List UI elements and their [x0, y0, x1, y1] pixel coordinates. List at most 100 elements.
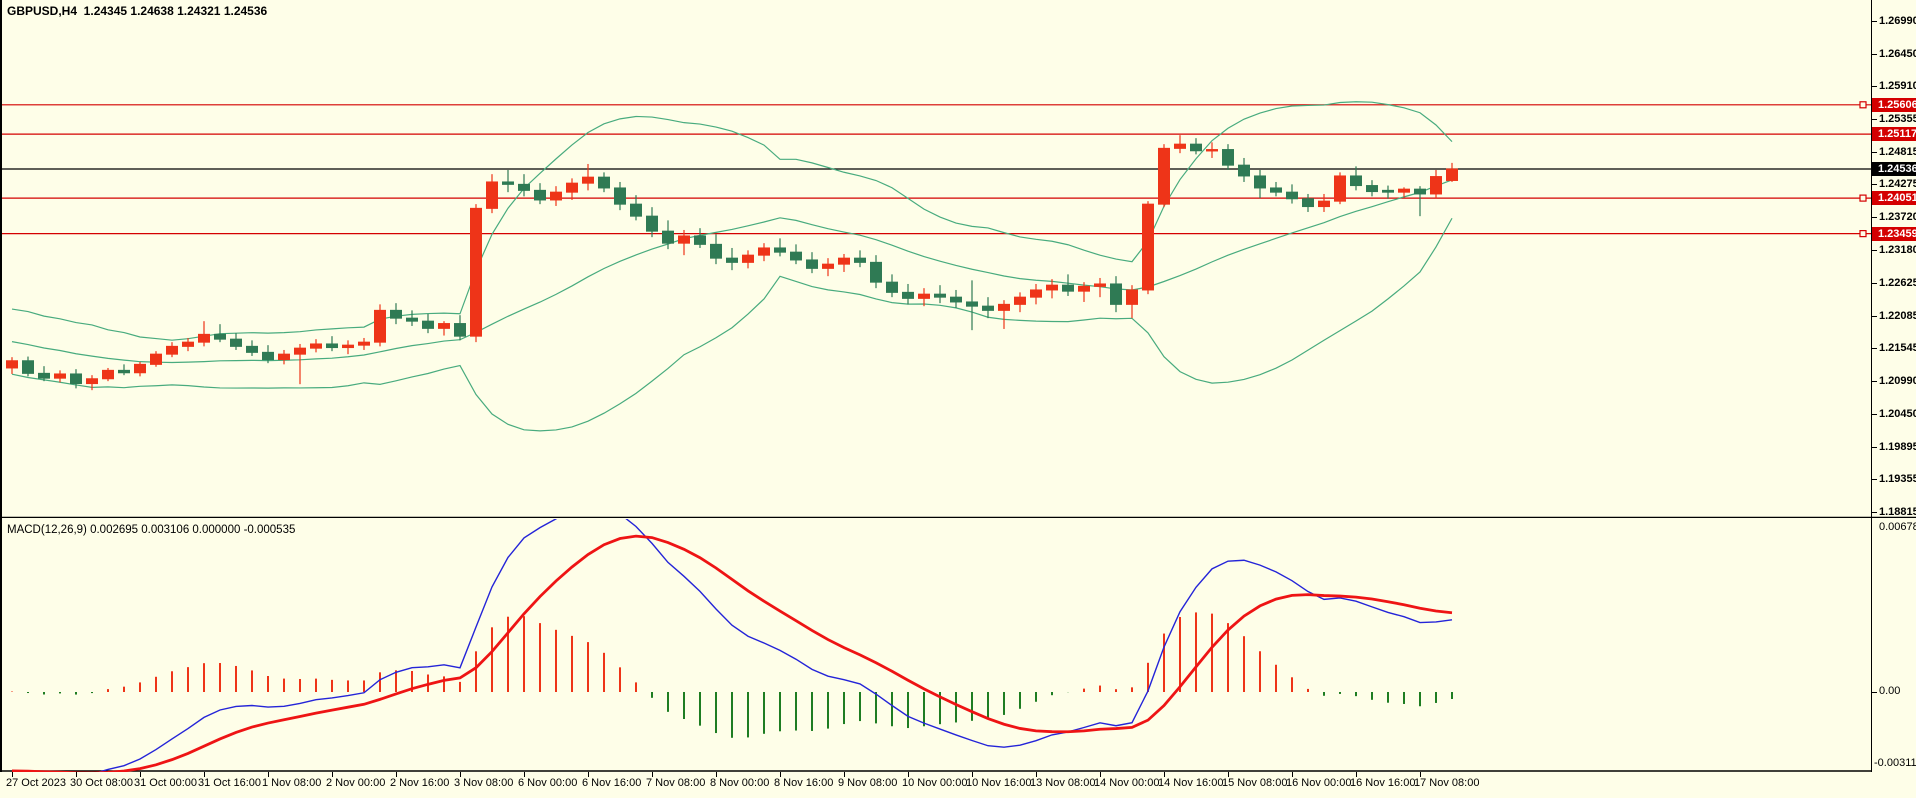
candle-body[interactable]: [1302, 198, 1314, 208]
candle-body[interactable]: [950, 296, 962, 303]
candle-body[interactable]: [1430, 176, 1442, 195]
candle-body[interactable]: [998, 303, 1010, 311]
candle-body[interactable]: [1078, 285, 1090, 292]
candle-body[interactable]: [182, 341, 194, 347]
time-axis-label[interactable]: 16 Nov 16:00: [1350, 777, 1415, 789]
candle-body[interactable]: [438, 323, 450, 329]
hline-marker-icon[interactable]: [1859, 101, 1867, 109]
candle-body[interactable]: [934, 293, 946, 298]
time-axis-label[interactable]: 1 Nov 08:00: [262, 777, 321, 789]
time-axis-label[interactable]: 13 Nov 08:00: [1030, 777, 1095, 789]
candle-body[interactable]: [742, 254, 754, 263]
time-axis-label[interactable]: 31 Oct 16:00: [198, 777, 261, 789]
candle-body[interactable]: [726, 257, 738, 263]
candle-body[interactable]: [1222, 149, 1234, 166]
candle-body[interactable]: [1350, 175, 1362, 187]
candle-body[interactable]: [454, 323, 466, 337]
time-axis-label[interactable]: 31 Oct 00:00: [134, 777, 197, 789]
candle-body[interactable]: [870, 261, 882, 283]
time-axis-label[interactable]: 17 Nov 08:00: [1414, 777, 1479, 789]
time-axis-label[interactable]: 6 Nov 00:00: [518, 777, 577, 789]
time-axis-label[interactable]: 15 Nov 08:00: [1222, 777, 1287, 789]
candle-body[interactable]: [1046, 284, 1058, 291]
candle-body[interactable]: [358, 341, 370, 346]
time-axis-label[interactable]: 8 Nov 16:00: [774, 777, 833, 789]
candle-body[interactable]: [886, 281, 898, 293]
candle-body[interactable]: [582, 176, 594, 184]
time-axis-label[interactable]: 2 Nov 00:00: [326, 777, 385, 789]
candle-body[interactable]: [630, 203, 642, 217]
candle-body[interactable]: [502, 181, 514, 185]
candle-body[interactable]: [1334, 175, 1346, 202]
candle-body[interactable]: [262, 351, 274, 361]
candle-body[interactable]: [342, 344, 354, 349]
time-axis-label[interactable]: 14 Nov 16:00: [1158, 777, 1223, 789]
candle-body[interactable]: [1446, 168, 1458, 181]
candle-body[interactable]: [278, 353, 290, 361]
time-axis-label[interactable]: 16 Nov 00:00: [1286, 777, 1351, 789]
candle-body[interactable]: [774, 247, 786, 253]
candle-body[interactable]: [1142, 203, 1154, 291]
candle-body[interactable]: [982, 305, 994, 311]
candle-body[interactable]: [214, 333, 226, 340]
candle-body[interactable]: [694, 235, 706, 245]
candle-body[interactable]: [1062, 284, 1074, 292]
time-axis-label[interactable]: 3 Nov 08:00: [454, 777, 513, 789]
candle-body[interactable]: [38, 372, 50, 379]
candle-body[interactable]: [918, 293, 930, 299]
candle-body[interactable]: [1286, 191, 1298, 200]
time-axis-label[interactable]: 7 Nov 08:00: [646, 777, 705, 789]
candle-body[interactable]: [246, 345, 258, 353]
candle-body[interactable]: [118, 369, 130, 374]
candle-body[interactable]: [1398, 188, 1410, 193]
candle-body[interactable]: [838, 257, 850, 265]
candle-body[interactable]: [1366, 185, 1378, 193]
candle-body[interactable]: [966, 301, 978, 307]
macd-indicator-canvas[interactable]: [0, 519, 1916, 772]
time-axis-label[interactable]: 14 Nov 00:00: [1094, 777, 1159, 789]
candle-body[interactable]: [406, 317, 418, 322]
candle-body[interactable]: [374, 309, 386, 343]
time-axis-label[interactable]: 27 Oct 2023: [6, 777, 66, 789]
candle-body[interactable]: [1158, 147, 1170, 205]
hline-marker-icon[interactable]: [1859, 194, 1867, 202]
candle-body[interactable]: [1270, 187, 1282, 193]
candle-body[interactable]: [854, 257, 866, 263]
time-axis-label[interactable]: 9 Nov 08:00: [838, 777, 897, 789]
candle-body[interactable]: [422, 320, 434, 329]
candle-body[interactable]: [102, 369, 114, 380]
candle-body[interactable]: [1126, 289, 1138, 305]
candle-body[interactable]: [1206, 149, 1218, 152]
candle-body[interactable]: [550, 191, 562, 201]
candle-body[interactable]: [822, 263, 834, 269]
candle-body[interactable]: [6, 360, 18, 369]
candle-body[interactable]: [806, 259, 818, 269]
candle-body[interactable]: [390, 309, 402, 319]
candle-body[interactable]: [566, 182, 578, 193]
candle-body[interactable]: [790, 251, 802, 261]
candle-body[interactable]: [1382, 189, 1394, 193]
candle-body[interactable]: [230, 338, 242, 347]
candle-body[interactable]: [134, 363, 146, 374]
candle-body[interactable]: [710, 243, 722, 259]
candle-body[interactable]: [70, 373, 82, 385]
candle-body[interactable]: [662, 230, 674, 244]
candle-body[interactable]: [1110, 283, 1122, 305]
price-chart-canvas[interactable]: [0, 0, 1916, 518]
candle-body[interactable]: [1414, 188, 1426, 195]
candle-body[interactable]: [614, 187, 626, 205]
time-axis-label[interactable]: 30 Oct 08:00: [70, 777, 133, 789]
candle-body[interactable]: [518, 183, 530, 191]
candle-body[interactable]: [646, 215, 658, 232]
candle-body[interactable]: [22, 360, 34, 374]
candle-body[interactable]: [326, 343, 338, 349]
candle-body[interactable]: [1190, 143, 1202, 152]
candle-body[interactable]: [678, 235, 690, 244]
candle-body[interactable]: [1014, 296, 1026, 305]
candle-body[interactable]: [758, 247, 770, 256]
time-axis-label[interactable]: 10 Nov 16:00: [966, 777, 1031, 789]
candle-body[interactable]: [1318, 200, 1330, 208]
time-axis-label[interactable]: 2 Nov 16:00: [390, 777, 449, 789]
candle-body[interactable]: [1174, 143, 1186, 149]
candle-body[interactable]: [150, 353, 162, 365]
